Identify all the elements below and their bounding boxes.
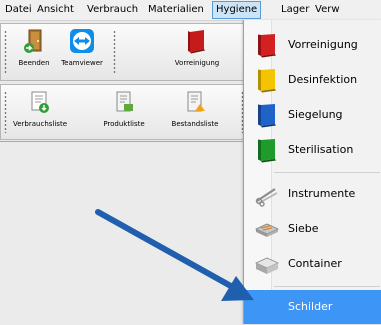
green-book-icon bbox=[258, 139, 276, 163]
menu-bar: Datei Ansicht Verbrauch Materialien Hygi… bbox=[0, 0, 381, 21]
toolbar-grip[interactable] bbox=[4, 91, 7, 133]
menu-verwaltung[interactable]: Verw bbox=[312, 2, 343, 18]
workspace-area bbox=[0, 141, 250, 325]
menu-separator bbox=[274, 172, 380, 173]
beenden-label: Beenden bbox=[18, 59, 50, 67]
toolbar-grip[interactable] bbox=[4, 30, 7, 74]
menu-item-schilder[interactable]: Schilder bbox=[244, 290, 381, 324]
red-book-icon bbox=[188, 30, 205, 54]
stock-list-icon bbox=[187, 91, 205, 112]
red-book-icon bbox=[258, 34, 276, 58]
product-list-icon bbox=[116, 91, 133, 112]
menu-item-label: Siegelung bbox=[288, 108, 343, 121]
toolbar-bottom: Verbrauchsliste Produktliste Bestandslis… bbox=[0, 84, 250, 140]
vorreinigung-button[interactable]: Vorreinigung bbox=[171, 28, 223, 68]
instruments-icon bbox=[255, 188, 278, 207]
verbrauchsliste-label: Verbrauchsliste bbox=[13, 120, 67, 128]
menu-separator bbox=[274, 286, 380, 287]
menu-datei[interactable]: Datei bbox=[2, 2, 35, 18]
menu-item-label: Sterilisation bbox=[288, 143, 354, 156]
beenden-button[interactable]: Beenden bbox=[13, 28, 55, 68]
toolbar-grip[interactable] bbox=[113, 30, 116, 74]
teamviewer-label: Teamviewer bbox=[61, 59, 103, 67]
menu-lager[interactable]: Lager bbox=[278, 2, 312, 18]
menu-item-instrumente[interactable]: Instrumente bbox=[244, 177, 381, 211]
menu-verbrauch[interactable]: Verbrauch bbox=[84, 2, 141, 18]
menu-item-siebe[interactable]: Siebe bbox=[244, 212, 381, 246]
teamviewer-icon bbox=[70, 29, 94, 53]
menu-item-label: Siebe bbox=[288, 222, 319, 235]
menu-item-label: Vorreinigung bbox=[288, 38, 358, 51]
exit-door-icon bbox=[24, 29, 42, 53]
menu-hygiene[interactable]: Hygiene bbox=[212, 1, 262, 19]
teamviewer-button[interactable]: Teamviewer bbox=[57, 28, 107, 68]
vorreinigung-label: Vorreinigung bbox=[174, 59, 220, 67]
menu-item-desinfektion[interactable]: Desinfektion bbox=[244, 63, 381, 97]
menu-item-label: Desinfektion bbox=[288, 73, 358, 86]
bestandsliste-button[interactable]: Bestandsliste bbox=[166, 89, 224, 129]
menu-item-vorreinigung[interactable]: Vorreinigung bbox=[244, 28, 381, 62]
menu-item-siegelung[interactable]: Siegelung bbox=[244, 98, 381, 132]
menu-item-label: Container bbox=[288, 257, 342, 270]
yellow-book-icon bbox=[258, 69, 276, 93]
produktliste-label: Produktliste bbox=[103, 120, 145, 128]
container-icon bbox=[255, 257, 279, 274]
bestandsliste-label: Bestandsliste bbox=[171, 120, 219, 128]
toolbar-top: Beenden Teamviewer Vorreinigung bbox=[0, 23, 250, 81]
hygiene-menu: Vorreinigung Desinfektion Siegelung Ster… bbox=[243, 20, 381, 324]
tray-icon bbox=[255, 223, 279, 237]
blue-book-icon bbox=[258, 104, 276, 128]
menu-item-label: Instrumente bbox=[288, 187, 356, 200]
produktliste-button[interactable]: Produktliste bbox=[98, 89, 150, 129]
menu-ansicht[interactable]: Ansicht bbox=[34, 2, 77, 18]
menu-materialien[interactable]: Materialien bbox=[145, 2, 207, 18]
verbrauchsliste-button[interactable]: Verbrauchsliste bbox=[9, 89, 71, 129]
menu-item-sterilisation[interactable]: Sterilisation bbox=[244, 133, 381, 167]
list-download-icon bbox=[31, 91, 49, 113]
menu-item-container[interactable]: Container bbox=[244, 247, 381, 281]
menu-item-label: Schilder bbox=[288, 300, 333, 313]
